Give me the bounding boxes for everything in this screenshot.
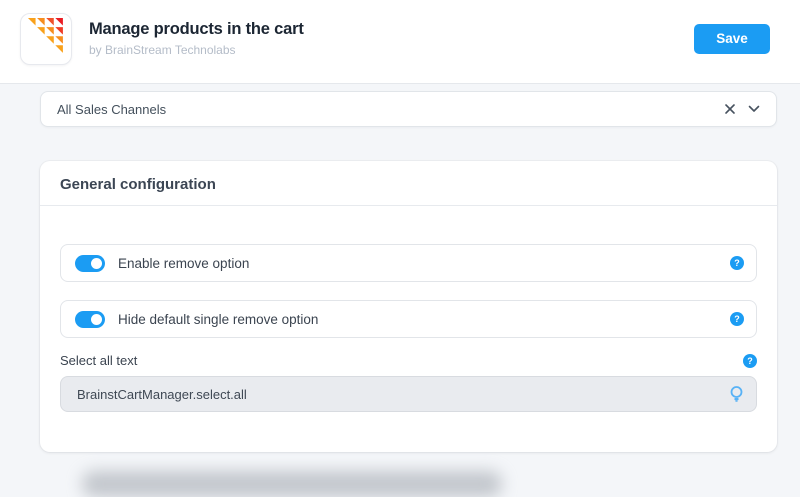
enable-remove-toggle[interactable] [75,255,105,272]
option-row-enable-remove: Enable remove option ? [60,244,757,282]
sales-channel-value: All Sales Channels [57,102,718,117]
brainstream-triangles-icon [27,17,65,60]
app-title-block: Manage products in the cart by BrainStre… [89,20,304,57]
option-label: Hide default single remove option [118,312,318,327]
hide-default-remove-toggle[interactable] [75,311,105,328]
x-clear-icon[interactable] [718,97,742,121]
question-help-icon[interactable]: ? [730,256,744,270]
card-header: General configuration [40,161,777,206]
app-logo [20,13,72,65]
sales-channel-select[interactable]: All Sales Channels [40,91,777,127]
select-all-text-label-row: Select all text ? [60,353,757,368]
page-title: Manage products in the cart [89,20,304,39]
save-button[interactable]: Save [694,24,770,54]
select-all-text-input-wrap [60,376,757,412]
lightbulb-icon[interactable] [729,385,744,403]
option-row-hide-default-remove: Hide default single remove option ? [60,300,757,338]
chevron-down-icon[interactable] [742,97,766,121]
bottom-shadow-band [82,471,502,497]
toggle-knob [91,258,102,269]
select-all-text-input[interactable] [77,387,729,402]
card-body: Enable remove option ? Hide default sing… [40,206,777,452]
app-header: Manage products in the cart by BrainStre… [0,0,800,84]
select-all-text-label: Select all text [60,353,137,368]
card-title: General configuration [60,176,757,193]
page-subtitle: by BrainStream Technolabs [89,43,304,57]
main-content: All Sales Channels General configuration… [40,91,777,452]
toggle-knob [91,314,102,325]
general-configuration-card: General configuration Enable remove opti… [40,161,777,452]
option-label: Enable remove option [118,256,249,271]
question-help-icon[interactable]: ? [743,354,757,368]
question-help-icon[interactable]: ? [730,312,744,326]
